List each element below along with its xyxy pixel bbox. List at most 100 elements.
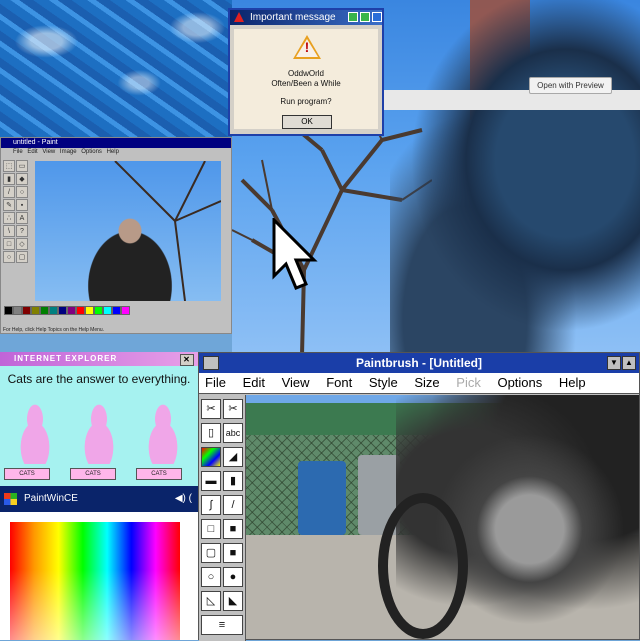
eraser-icon[interactable]: ▮ bbox=[3, 173, 15, 185]
magnifier-icon[interactable]: ○ bbox=[16, 186, 28, 198]
airbrush-icon[interactable]: ▯ bbox=[201, 423, 221, 443]
maximize-button[interactable]: ▲ bbox=[622, 356, 636, 370]
system-menu-button[interactable] bbox=[203, 356, 219, 370]
filled-polygon-icon[interactable]: ◣ bbox=[223, 591, 243, 611]
windows-logo-icon-lower bbox=[4, 499, 17, 505]
cats-button[interactable]: CATS bbox=[4, 468, 50, 480]
important-message-dialog: Important message ! OddwOrld Often/Been … bbox=[228, 8, 384, 136]
paintbrush-title: Paintbrush - [Untitled] bbox=[356, 356, 482, 370]
text-tool-icon[interactable]: abc bbox=[223, 423, 243, 443]
box-icon[interactable]: □ bbox=[201, 519, 221, 539]
ok-button[interactable]: OK bbox=[282, 115, 332, 129]
cats-button[interactable]: CATS bbox=[70, 468, 116, 480]
ie-close-button[interactable]: ✕ bbox=[180, 354, 194, 366]
swatch[interactable] bbox=[67, 306, 76, 315]
open-with-preview-button[interactable]: Open with Preview bbox=[529, 77, 612, 94]
cats-button[interactable]: CATS bbox=[136, 468, 182, 480]
menu-style[interactable]: Style bbox=[369, 375, 398, 390]
menu-view[interactable]: View bbox=[282, 375, 310, 390]
color-spectrum-picker[interactable] bbox=[10, 522, 180, 640]
curve-icon[interactable]: ∫ bbox=[201, 495, 221, 515]
swatch[interactable] bbox=[49, 306, 58, 315]
pool-water-photo bbox=[0, 0, 232, 138]
rounded-box-icon[interactable]: ▢ bbox=[201, 543, 221, 563]
internet-explorer-window: INTERNET EXPLORER ✕ Cats are the answer … bbox=[0, 352, 198, 486]
swatch[interactable] bbox=[13, 306, 22, 315]
paint-toolbox: ⬚ ▭ ▮ ◆ / ○ ✎ ▪ ∴ A \ ? □ ◇ ○ ▢ bbox=[3, 160, 33, 278]
menu-font[interactable]: Font bbox=[326, 375, 352, 390]
dialog-line-1: OddwOrld bbox=[287, 69, 324, 78]
paint-roller-icon[interactable]: ▬ bbox=[201, 471, 221, 491]
dialog-body: ! OddwOrld Often/Been a While Run progra… bbox=[234, 29, 378, 129]
airbrush-icon[interactable]: ∴ bbox=[3, 212, 15, 224]
swatch[interactable] bbox=[121, 306, 130, 315]
scissors-icon[interactable]: ✂ bbox=[201, 399, 221, 419]
minimize-button[interactable]: ▼ bbox=[607, 356, 621, 370]
filled-box-icon[interactable]: ■ bbox=[223, 519, 243, 539]
curve-icon[interactable]: ? bbox=[16, 225, 28, 237]
dialog-line-2: Often/Been a While bbox=[271, 79, 341, 88]
eraser-icon[interactable]: ◢ bbox=[223, 447, 243, 467]
dialog-message: OddwOrld Often/Been a While Run program? bbox=[234, 69, 378, 107]
filled-rounded-box-icon[interactable]: ■ bbox=[223, 543, 243, 563]
minimize-button[interactable] bbox=[348, 12, 358, 22]
warning-small-icon bbox=[234, 12, 244, 22]
mouse-cursor-icon bbox=[272, 218, 318, 290]
swatch[interactable] bbox=[76, 306, 85, 315]
swatch[interactable] bbox=[4, 306, 13, 315]
free-select-icon[interactable]: ⬚ bbox=[3, 160, 15, 172]
swatch[interactable] bbox=[103, 306, 112, 315]
paintwince-window: PaintWinCE ◀) ( bbox=[0, 486, 198, 640]
menu-options[interactable]: Options bbox=[497, 375, 542, 390]
swatch[interactable] bbox=[31, 306, 40, 315]
swatch[interactable] bbox=[85, 306, 94, 315]
exclamation-icon: ! bbox=[304, 39, 310, 55]
line-width-selector[interactable]: ≡ bbox=[201, 615, 243, 635]
color-eraser-icon[interactable] bbox=[201, 447, 221, 467]
motorcycle-wheel bbox=[378, 493, 468, 639]
text-icon[interactable]: A bbox=[16, 212, 28, 224]
speaker-icon[interactable]: ◀) ( bbox=[175, 486, 192, 512]
person-photo bbox=[65, 201, 195, 301]
polygon-icon[interactable]: ◺ bbox=[201, 591, 221, 611]
line-icon[interactable]: / bbox=[223, 495, 243, 515]
pencil-icon[interactable]: ✎ bbox=[3, 199, 15, 211]
swatch[interactable] bbox=[40, 306, 49, 315]
swatch[interactable] bbox=[22, 306, 31, 315]
maximize-button[interactable] bbox=[360, 12, 370, 22]
menu-pick: Pick bbox=[456, 375, 481, 390]
brush-icon[interactable]: ▪ bbox=[16, 199, 28, 211]
fill-icon[interactable]: ◆ bbox=[16, 173, 28, 185]
brush-icon[interactable]: ▮ bbox=[223, 471, 243, 491]
menu-edit[interactable]: Edit bbox=[243, 375, 265, 390]
paint-canvas[interactable] bbox=[35, 161, 221, 301]
ellipse-icon[interactable]: ○ bbox=[3, 251, 15, 263]
paint-menubar[interactable]: File Edit View Image Options Help bbox=[1, 148, 231, 157]
ie-headline: Cats are the answer to everything. bbox=[7, 372, 191, 386]
swatch[interactable] bbox=[94, 306, 103, 315]
menu-file[interactable]: File bbox=[205, 375, 226, 390]
wince-title: PaintWinCE bbox=[24, 493, 78, 504]
polygon-icon[interactable]: ◇ bbox=[16, 238, 28, 250]
paintbrush-window: Paintbrush - [Untitled] ▼ ▲ File Edit Vi… bbox=[198, 352, 640, 641]
ie-titlebar: INTERNET EXPLORER ✕ bbox=[0, 352, 198, 366]
swatch[interactable] bbox=[112, 306, 121, 315]
swatch[interactable] bbox=[58, 306, 67, 315]
menu-size[interactable]: Size bbox=[414, 375, 439, 390]
paintbrush-canvas[interactable] bbox=[246, 395, 639, 639]
circle-icon[interactable]: ○ bbox=[201, 567, 221, 587]
paint-titlebar: untitled - Paint bbox=[1, 138, 231, 148]
color-palette bbox=[4, 306, 144, 326]
filled-circle-icon[interactable]: ● bbox=[223, 567, 243, 587]
paintbrush-titlebar: Paintbrush - [Untitled] ▼ ▲ bbox=[199, 353, 639, 373]
line-icon[interactable]: \ bbox=[3, 225, 15, 237]
rect-icon[interactable]: □ bbox=[3, 238, 15, 250]
paintbrush-menubar: File Edit View Font Style Size Pick Opti… bbox=[199, 373, 639, 394]
close-button[interactable] bbox=[372, 12, 382, 22]
pick-scissors-icon[interactable]: ✂ bbox=[223, 399, 243, 419]
menu-help[interactable]: Help bbox=[559, 375, 586, 390]
rounded-rect-icon[interactable]: ▢ bbox=[16, 251, 28, 263]
select-icon[interactable]: ▭ bbox=[16, 160, 28, 172]
picker-icon[interactable]: / bbox=[3, 186, 15, 198]
